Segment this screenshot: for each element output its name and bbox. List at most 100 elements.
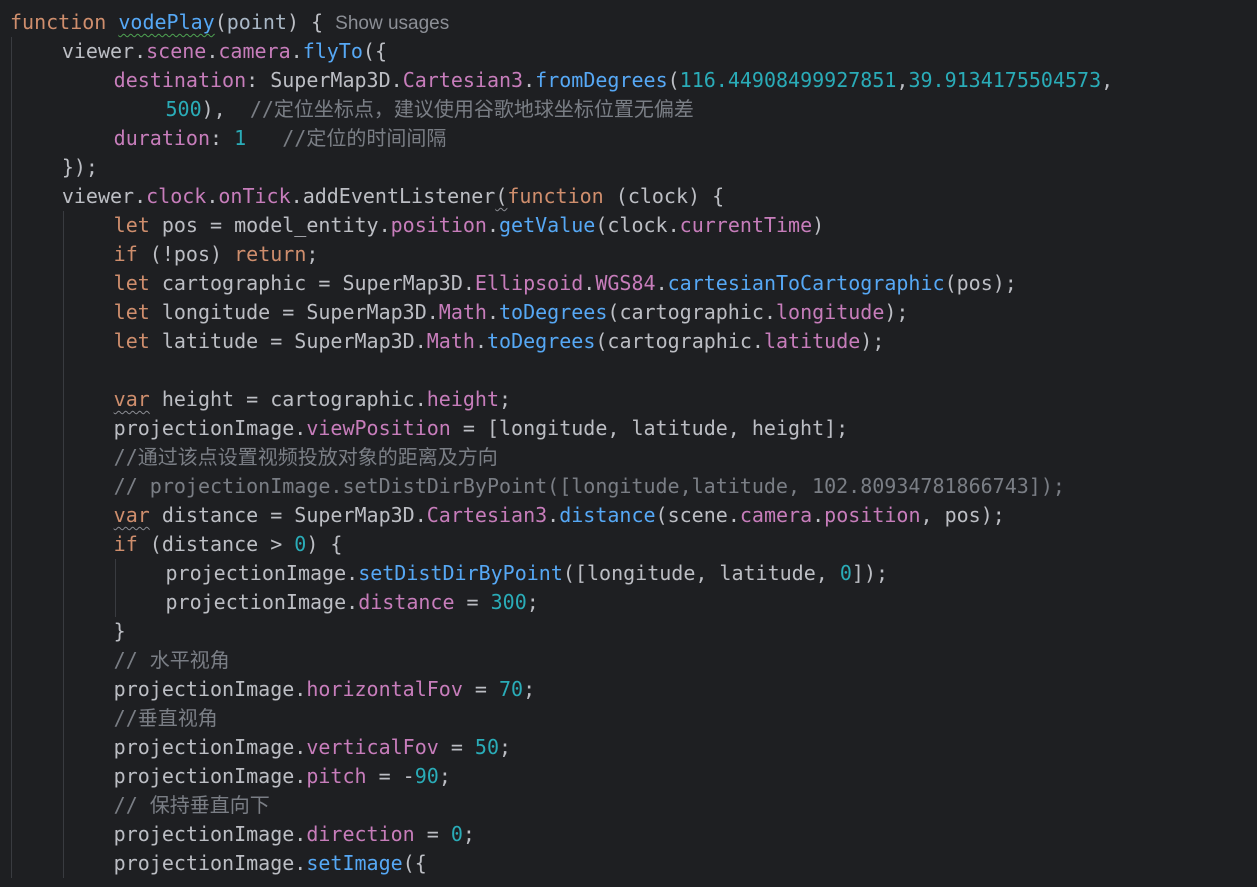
code-line[interactable]: // 水平视角 [114, 646, 230, 675]
code-token-prop: scene [146, 39, 207, 63]
code-token-pun: ]); [851, 561, 889, 585]
code-token-kw: let [113, 300, 162, 324]
code-token-kw: let [113, 271, 162, 295]
code-token-kw: if [113, 532, 150, 556]
code-line[interactable]: projectionImage.distance = 300; [166, 588, 539, 617]
code-line[interactable]: // projectionImage.setDistDirByPoint([lo… [114, 472, 1065, 501]
code-line[interactable]: //通过该点设置视频投放对象的距离及方向 [114, 443, 498, 472]
code-token-num: 300 [490, 590, 527, 614]
code-line[interactable]: projectionImage.verticalFov = 50; [114, 733, 511, 762]
code-token-fn: toDegrees [486, 329, 596, 353]
code-token-pun: . [294, 851, 307, 875]
code-line[interactable]: let longitude = SuperMap3D.Math.toDegree… [114, 298, 909, 327]
code-token-id: pos [956, 271, 993, 295]
code-token-kw: let [113, 213, 162, 237]
code-line[interactable]: projectionImage.horizontalFov = 70; [114, 675, 535, 704]
code-token-id: distance = SuperMap3D [149, 503, 415, 527]
code-token-prop: camera [739, 503, 813, 527]
code-token-prop: verticalFov [306, 735, 439, 759]
code-token-kw: function [507, 184, 616, 208]
code-token-num: 0 [450, 822, 463, 846]
code-token-id: cartographic = SuperMap3D [161, 271, 463, 295]
code-token-pun: ; [526, 590, 539, 614]
code-line[interactable]: var height = cartographic.height; [114, 385, 511, 414]
show-usages-hint[interactable]: Show usages [335, 13, 449, 34]
code-line[interactable]: projectionImage.viewPosition = [longitud… [114, 414, 849, 443]
code-token-kw: var [113, 387, 150, 411]
code-token-param: point [226, 10, 287, 34]
code-line[interactable]: projectionImage.setDistDirByPoint([longi… [166, 559, 889, 588]
code-token-pun [246, 126, 282, 150]
code-editor[interactable]: function vodePlay(point) { Show usages vi… [0, 0, 1257, 887]
code-token-pun: . [486, 300, 500, 324]
code-token-kw: if [113, 242, 150, 266]
code-token-cls: WGS84 [595, 271, 656, 295]
code-line[interactable]: }); [62, 153, 98, 182]
code-line[interactable]: } [114, 617, 126, 646]
code-token-pun: ; [499, 387, 512, 411]
code-line[interactable]: projectionImage.direction = 0; [114, 820, 475, 849]
code-token-pun: . [294, 822, 307, 846]
code-token-kw: return [234, 242, 307, 266]
code-token-pun: ( [214, 10, 227, 34]
indent-guide [62, 211, 64, 878]
code-token-cls: Cartesian3 [402, 68, 524, 92]
code-token-prop: pitch [306, 764, 367, 788]
code-line[interactable]: if (distance > 0) { [114, 530, 343, 559]
code-token-prop: height [426, 387, 499, 411]
code-line[interactable]: let cartographic = SuperMap3D.Ellipsoid.… [114, 269, 1017, 298]
code-line[interactable]: if (!pos) return; [114, 240, 319, 269]
code-line[interactable]: viewer.scene.camera.flyTo({ [62, 37, 387, 66]
code-line[interactable]: 500), //定位坐标点，建议使用谷歌地球坐标位置无偏差 [166, 95, 694, 124]
code-token-prop: destination [113, 68, 247, 92]
code-token-pun: ); [884, 300, 909, 324]
code-token-pun: . [426, 300, 439, 324]
code-token-pun: = [ [450, 416, 500, 440]
code-token-id: cartographic [607, 329, 752, 353]
code-token-cmt: // 水平视角 [113, 648, 230, 672]
code-line[interactable]: //垂直视角 [114, 704, 218, 733]
code-line[interactable]: // 保持垂直向下 [114, 791, 270, 820]
code-token-id: clock [607, 213, 668, 237]
code-token-cmt: //定位的时间间隔 [282, 126, 447, 150]
code-token-prop: currentTime [679, 213, 813, 237]
code-token-pun: . [474, 329, 487, 353]
code-token-pun: ( [944, 271, 957, 295]
code-token-pun: . [346, 561, 359, 585]
code-token-prop: clock [146, 184, 207, 208]
code-token-fn: setDistDirByPoint [358, 561, 563, 585]
code-token-pun: ; [306, 242, 319, 266]
code-token-fn: getValue [499, 213, 596, 237]
code-token-prop: onTick [218, 184, 291, 208]
code-token-pun: . [294, 416, 307, 440]
code-token-pun: . [206, 184, 219, 208]
code-line[interactable]: projectionImage.setImage({ [114, 849, 427, 878]
code-token-pun: . [414, 503, 427, 527]
code-token-pun: . [294, 764, 307, 788]
code-token-id: pos = model_entity [161, 213, 379, 237]
code-token-fn: cartesianToCartographic [667, 271, 945, 295]
code-token-prop: camera [218, 39, 291, 63]
code-token-id: SuperMap3D [270, 68, 391, 92]
code-token-pun: . [294, 677, 307, 701]
code-line[interactable]: duration: 1 //定位的时间间隔 [114, 124, 447, 153]
code-line[interactable]: destination: SuperMap3D.Cartesian3.fromD… [114, 66, 1113, 95]
code-token-id: cartographic [619, 300, 764, 324]
code-line[interactable]: var distance = SuperMap3D.Cartesian3.dis… [114, 501, 1005, 530]
code-token-cmt: //定位坐标点，建议使用谷歌地球坐标位置无偏差 [249, 97, 694, 121]
code-token-pun: . [414, 387, 427, 411]
code-token-pun: ) [812, 213, 825, 237]
code-line[interactable]: projectionImage.pitch = -90; [114, 762, 451, 791]
code-token-pun: = [414, 822, 451, 846]
code-token-kw: function [10, 10, 119, 34]
code-token-id: addEventListener [302, 184, 496, 208]
code-token-cmt: // projectionImage.setDistDirByPoint([lo… [113, 474, 1065, 498]
code-line[interactable]: let latitude = SuperMap3D.Math.toDegrees… [114, 327, 885, 356]
code-token-pun: . [583, 271, 596, 295]
code-line[interactable]: viewer.clock.onTick.addEventListener(fun… [62, 182, 724, 211]
code-token-id: projectionImage [165, 590, 347, 614]
code-line[interactable]: function vodePlay(point) { Show usages [10, 8, 449, 37]
code-token-prop: position [824, 503, 921, 527]
code-line[interactable]: let pos = model_entity.position.getValue… [114, 211, 824, 240]
code-token-id: projectionImage [113, 677, 295, 701]
